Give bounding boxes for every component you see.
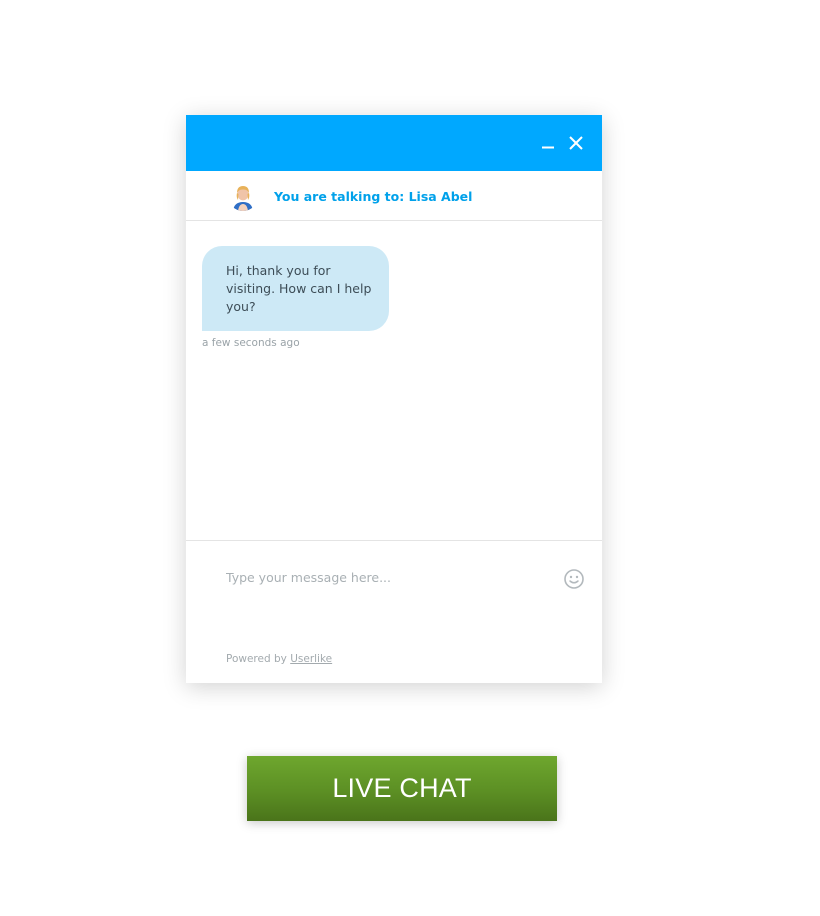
message-timestamp: a few seconds ago [202, 337, 300, 349]
close-icon[interactable] [566, 133, 586, 153]
agent-message-bubble: Hi, thank you for visiting. How can I he… [202, 246, 389, 331]
userlike-link[interactable]: Userlike [290, 653, 332, 665]
minimize-icon[interactable] [538, 133, 558, 153]
agent-avatar [228, 181, 258, 211]
page: You are talking to: Lisa Abel Hi, thank … [0, 0, 820, 916]
message-input[interactable] [222, 565, 550, 589]
chat-header [186, 115, 602, 171]
live-chat-button[interactable]: LIVE CHAT [247, 756, 557, 821]
powered-by: Powered by Userlike [226, 653, 332, 665]
chat-widget: You are talking to: Lisa Abel Hi, thank … [186, 115, 602, 683]
smiley-icon[interactable] [563, 568, 585, 590]
agent-label: You are talking to: Lisa Abel [274, 189, 473, 204]
live-chat-label: LIVE CHAT [332, 773, 472, 803]
message-list: Hi, thank you for visiting. How can I he… [186, 222, 602, 540]
composer: Powered by Userlike [186, 540, 602, 683]
agent-bar: You are talking to: Lisa Abel [186, 171, 602, 221]
powered-by-label: Powered by [226, 653, 287, 665]
